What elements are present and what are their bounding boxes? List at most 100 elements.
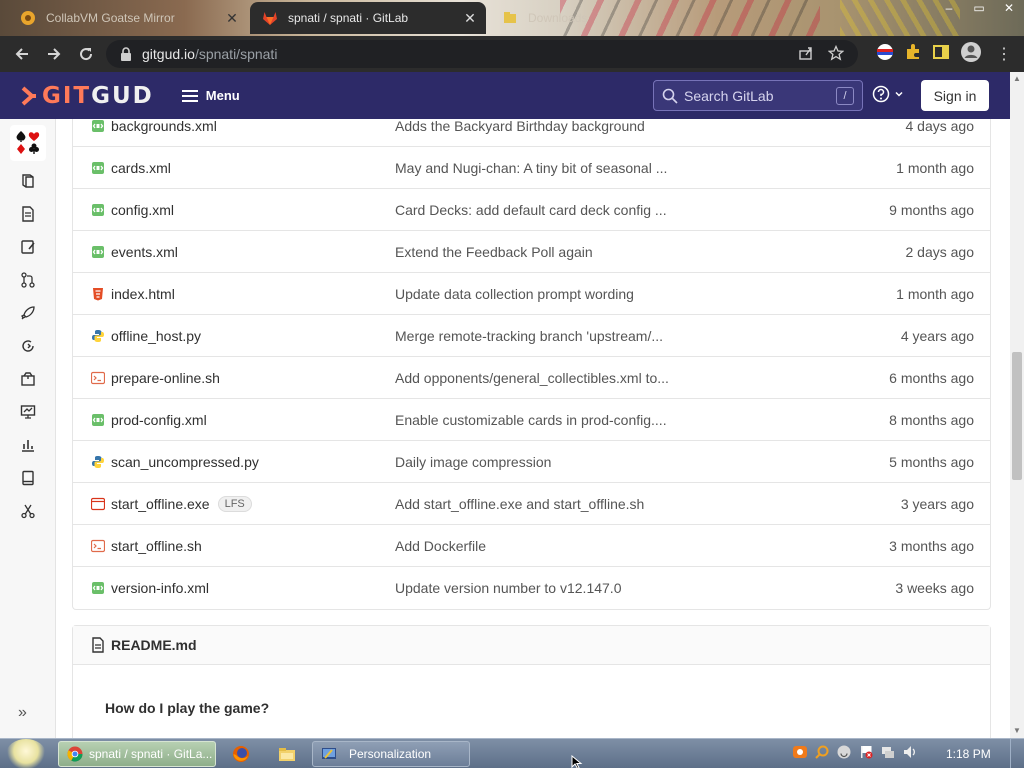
minimize-icon[interactable]: – xyxy=(934,0,964,18)
windows-taskbar: spnati / spnati · GitLa... Personalizati… xyxy=(0,738,1024,768)
merge-requests-icon[interactable] xyxy=(18,270,38,290)
file-name-link[interactable]: offline_host.py xyxy=(111,328,201,344)
network-icon[interactable] xyxy=(880,744,896,765)
scroll-thumb[interactable] xyxy=(1012,352,1022,480)
tray-app-icon[interactable] xyxy=(792,744,808,765)
taskbar-clock[interactable]: 1:18 PM xyxy=(946,739,991,768)
firefox-icon[interactable] xyxy=(232,745,250,763)
file-name-link[interactable]: config.xml xyxy=(111,202,174,218)
issues-icon[interactable] xyxy=(18,237,38,257)
address-bar[interactable]: gitgud.io/spnati/spnati xyxy=(106,40,858,68)
last-commit-link[interactable]: Daily image compression xyxy=(395,441,551,483)
last-commit-link[interactable]: Add Dockerfile xyxy=(395,525,486,567)
start-button[interactable] xyxy=(6,739,46,768)
file-name-link[interactable]: start_offline.sh xyxy=(111,538,202,554)
file-row[interactable]: start_offline.exe LFS Add start_offline.ex… xyxy=(73,483,990,525)
project-avatar[interactable] xyxy=(10,125,46,161)
file-name-link[interactable]: backgrounds.xml xyxy=(111,119,217,134)
file-row[interactable]: cards.xml May and Nugi-chan: A tiny bit o… xyxy=(73,147,990,189)
tab-collabvm[interactable]: CollabVM Goatse Mirror ✕ xyxy=(8,2,248,34)
tray-smiley-icon[interactable] xyxy=(836,744,852,765)
readme-filename[interactable]: README.md xyxy=(111,637,197,653)
volume-icon[interactable] xyxy=(902,744,918,765)
help-dropdown[interactable] xyxy=(872,85,904,103)
taskbar-chrome-window[interactable]: spnati / spnati · GitLa... xyxy=(58,741,216,767)
taskbar-personalization-window[interactable]: Personalization xyxy=(312,741,470,767)
extensions-puzzle-icon[interactable] xyxy=(904,43,922,66)
collapse-sidebar-icon[interactable]: » xyxy=(18,704,27,722)
last-commit-link[interactable]: Extend the Feedback Poll again xyxy=(395,231,593,273)
snippets-scissors-icon[interactable] xyxy=(18,501,38,521)
show-desktop-button[interactable] xyxy=(1010,739,1024,768)
file-row[interactable]: version-info.xml Update version number to… xyxy=(73,567,990,609)
scroll-down-arrow-icon[interactable]: ▼ xyxy=(1010,724,1024,738)
project-info-icon[interactable] xyxy=(18,171,38,191)
sidepanel-icon[interactable] xyxy=(932,43,950,66)
wiki-icon[interactable] xyxy=(18,468,38,488)
file-name-link[interactable]: index.html xyxy=(111,286,175,302)
scroll-up-arrow-icon[interactable]: ▲ xyxy=(1010,72,1024,86)
file-name-link[interactable]: start_offline.exe xyxy=(111,496,210,512)
file-row[interactable]: prod-config.xml Enable customizable cards… xyxy=(73,399,990,441)
search-input[interactable]: Search GitLab / xyxy=(653,80,863,111)
last-commit-link[interactable]: Add start_offline.exe and start_offline.… xyxy=(395,483,644,525)
last-commit-link[interactable]: Merge remote-tracking branch 'upstream/.… xyxy=(395,315,663,357)
file-row[interactable]: scan_uncompressed.py Daily image compress… xyxy=(73,441,990,483)
file-name-link[interactable]: cards.xml xyxy=(111,160,171,176)
monitor-icon[interactable] xyxy=(18,402,38,422)
sh-file-icon xyxy=(91,539,105,553)
tab-close-icon[interactable]: ✕ xyxy=(224,10,240,27)
browser-menu-icon[interactable]: ⋮ xyxy=(992,44,1016,64)
ci-cd-rocket-icon[interactable] xyxy=(18,303,38,323)
last-commit-link[interactable]: Update version number to v12.147.0 xyxy=(395,567,621,609)
packages-icon[interactable] xyxy=(18,369,38,389)
analytics-icon[interactable] xyxy=(18,435,38,455)
last-commit-link[interactable]: Update data collection prompt wording xyxy=(395,273,634,315)
tray-search-icon[interactable] xyxy=(814,744,830,765)
xml-file-icon xyxy=(91,161,105,175)
gitgud-logo[interactable]: GITGUD xyxy=(20,83,154,109)
file-name-link[interactable]: prepare-online.sh xyxy=(111,370,220,386)
sign-in-button[interactable]: Sign in xyxy=(921,80,989,111)
file-name-link[interactable]: events.xml xyxy=(111,244,178,260)
file-row[interactable]: backgrounds.xml Adds the Backyard Birthda… xyxy=(73,119,990,147)
file-row[interactable]: index.html Update data collection prompt … xyxy=(73,273,990,315)
file-row[interactable]: offline_host.py Merge remote-tracking bra… xyxy=(73,315,990,357)
gitlab-favicon-icon xyxy=(262,10,278,26)
last-commit-link[interactable]: Add opponents/general_collectibles.xml t… xyxy=(395,357,669,399)
maximize-icon[interactable]: ▭ xyxy=(964,0,994,18)
file-row[interactable]: events.xml Extend the Feedback Poll again… xyxy=(73,231,990,273)
bookmark-star-icon[interactable] xyxy=(827,44,845,64)
forward-arrow-icon[interactable] xyxy=(38,38,70,70)
page-scrollbar[interactable]: ▲ ▼ xyxy=(1010,72,1024,738)
file-name-link[interactable]: version-info.xml xyxy=(111,580,209,596)
file-name-link[interactable]: prod-config.xml xyxy=(111,412,207,428)
exe-file-icon xyxy=(91,497,105,511)
file-row[interactable]: prepare-online.sh Add opponents/general_c… xyxy=(73,357,990,399)
reload-icon[interactable] xyxy=(70,38,102,70)
tab-close-icon[interactable]: ✕ xyxy=(462,10,478,27)
deployments-icon[interactable] xyxy=(18,336,38,356)
tab-gitlab[interactable]: spnati / spnati · GitLab ✕ xyxy=(250,2,486,34)
share-icon[interactable] xyxy=(798,45,814,64)
last-commit-link[interactable]: Card Decks: add default card deck config… xyxy=(395,189,667,231)
file-row[interactable]: start_offline.sh Add Dockerfile 3 months a… xyxy=(73,525,990,567)
profile-avatar-icon[interactable] xyxy=(960,41,982,68)
menu-button[interactable]: Menu xyxy=(181,88,240,103)
search-icon xyxy=(662,88,678,104)
action-center-flag-icon[interactable] xyxy=(858,744,874,765)
close-window-icon[interactable]: ✕ xyxy=(994,0,1024,18)
last-commit-link[interactable]: Adds the Backyard Birthday background xyxy=(395,119,645,147)
repository-icon[interactable] xyxy=(18,204,38,224)
file-name-cell: scan_uncompressed.py xyxy=(91,441,259,483)
file-row[interactable]: config.xml Card Decks: add default card d… xyxy=(73,189,990,231)
tab-downloads[interactable]: Downloads xyxy=(490,2,730,34)
back-arrow-icon[interactable] xyxy=(6,38,38,70)
last-commit-link[interactable]: Enable customizable cards in prod-config… xyxy=(395,399,667,441)
file-explorer-icon[interactable] xyxy=(278,745,296,763)
last-update-date: 3 months ago xyxy=(889,538,974,554)
file-name-link[interactable]: scan_uncompressed.py xyxy=(111,454,259,470)
browser-tab-strip: CollabVM Goatse Mirror ✕ spnati / spnati… xyxy=(0,0,1024,36)
flag-extension-icon[interactable] xyxy=(876,43,894,66)
last-commit-link[interactable]: May and Nugi-chan: A tiny bit of seasona… xyxy=(395,147,667,189)
